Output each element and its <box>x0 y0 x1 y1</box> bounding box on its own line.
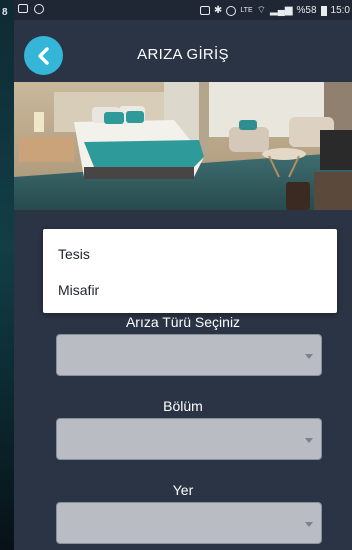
dropdown-option-misafir[interactable]: Misafir <box>58 282 99 298</box>
fault-type-select[interactable] <box>56 334 322 376</box>
app-header: ARIZA GİRİŞ <box>14 20 352 82</box>
page-title: ARIZA GİRİŞ <box>137 46 229 63</box>
mute-icon <box>226 5 237 16</box>
status-left-icons <box>18 4 44 14</box>
chevron-down-icon <box>305 438 313 443</box>
department-select[interactable] <box>56 418 322 460</box>
wifi-icon: ⌔ <box>256 5 267 16</box>
alarm-icon <box>199 6 210 15</box>
edge-digit: 8 <box>2 7 8 18</box>
app-screen: ✱ LTE ⌔ ▂▄▆ %58 15:0 ARIZA GİRİŞ Arıza T… <box>14 0 352 550</box>
chevron-down-icon <box>305 354 313 359</box>
category-dropdown-menu: Tesis Misafir <box>43 229 337 313</box>
fault-type-label: Arıza Türü Seçiniz <box>125 314 241 330</box>
chevron-down-icon <box>305 522 313 527</box>
hotel-room-photo <box>14 82 352 210</box>
status-right-icons: ✱ LTE ⌔ ▂▄▆ %58 15:0 <box>199 4 350 17</box>
network-type-label: LTE <box>240 7 253 14</box>
location-select[interactable] <box>56 502 322 544</box>
status-bar: ✱ LTE ⌔ ▂▄▆ %58 15:0 <box>14 0 352 20</box>
battery-percent: %58 <box>296 5 317 16</box>
clock: 15:0 <box>330 5 350 16</box>
location-label: Yer <box>172 482 194 498</box>
signal-icon: ▂▄▆ <box>270 5 293 16</box>
department-label: Bölüm <box>163 398 203 414</box>
gallery-notification-icon <box>18 4 28 13</box>
instagram-notification-icon <box>34 4 44 14</box>
previous-screen-edge: 8 <box>0 0 14 550</box>
dropdown-option-tesis[interactable]: Tesis <box>58 246 90 262</box>
battery-icon <box>320 5 327 16</box>
bluetooth-icon: ✱ <box>213 5 223 16</box>
